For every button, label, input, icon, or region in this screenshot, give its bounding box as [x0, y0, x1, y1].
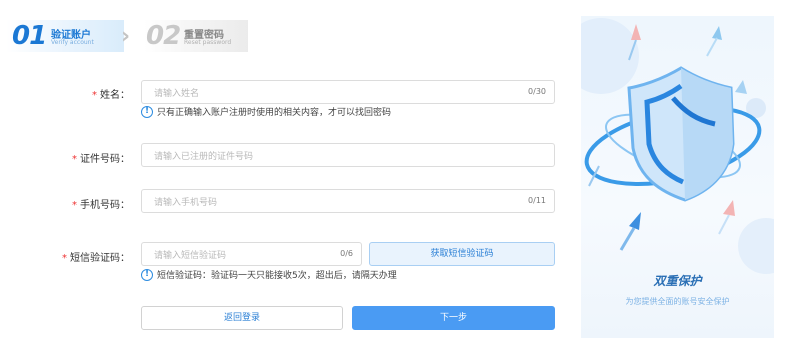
name-field-box[interactable]: 0/30: [141, 80, 555, 105]
required-marker: *: [72, 200, 77, 211]
sms-code-char-count: 0/6: [340, 249, 353, 258]
security-promo-panel: 双重保护 为您提供全面的账号安全保护: [581, 16, 774, 338]
sms-hint: ! 短信验证码：验证码一天只能接收5次，超出后，请隔天办理: [141, 268, 397, 281]
id-number-label: * 证件号码：: [72, 154, 130, 165]
arrow-icon: [706, 26, 722, 57]
step-1-subtitle: Verify account: [51, 39, 94, 46]
sms-code-field-box[interactable]: 0/6: [141, 242, 362, 267]
shield-icon: [627, 66, 735, 202]
sms-code-label: * 短信验证码：: [62, 253, 130, 264]
phone-label: * 手机号码：: [72, 200, 130, 211]
info-icon: !: [141, 105, 153, 118]
step-1-number: 01: [12, 21, 47, 51]
security-illustration: [581, 18, 774, 274]
phone-input[interactable]: [142, 192, 472, 214]
step-indicator: 01 验证账户 Verify account › 02 重置密码 Reset p…: [6, 20, 256, 52]
phone-char-count: 0/11: [528, 196, 546, 205]
phone-field-box[interactable]: 0/11: [141, 189, 555, 214]
arrow-icon: [735, 80, 747, 94]
sms-hint-text: 短信验证码：验证码一天只能接收5次，超出后，请隔天办理: [157, 271, 397, 281]
panel-subtitle: 为您提供全面的账号安全保护: [625, 297, 730, 306]
bg-circle: [738, 218, 774, 274]
next-step-button[interactable]: 下一步: [352, 306, 555, 330]
step-2-number: 02: [146, 21, 181, 51]
name-hint: ! 只有正确输入账户注册时使用的相关内容，才可以找回密码: [141, 105, 391, 118]
chevron-right-icon: ›: [121, 24, 131, 49]
id-number-input[interactable]: [142, 146, 472, 168]
name-label: * 姓名：: [92, 90, 130, 101]
info-icon: !: [141, 268, 153, 281]
required-marker: *: [62, 253, 67, 264]
required-marker: *: [72, 154, 77, 165]
id-number-field-box[interactable]: [141, 143, 555, 168]
step-2-subtitle: Reset password: [184, 39, 232, 46]
step-2: 02 重置密码 Reset password: [144, 20, 248, 52]
required-marker: *: [92, 90, 97, 101]
name-char-count: 0/30: [528, 87, 546, 96]
name-hint-text: 只有正确输入账户注册时使用的相关内容，才可以找回密码: [157, 108, 392, 118]
arrow-icon: [718, 200, 735, 235]
arrow-icon: [619, 212, 641, 251]
panel-title: 双重保护: [653, 274, 702, 288]
get-sms-code-button[interactable]: 获取短信验证码: [369, 242, 555, 266]
sms-code-input[interactable]: [142, 245, 307, 267]
name-input[interactable]: [142, 83, 472, 105]
step-1: 01 验证账户 Verify account: [6, 20, 124, 52]
back-to-login-button[interactable]: 返回登录: [141, 306, 343, 330]
